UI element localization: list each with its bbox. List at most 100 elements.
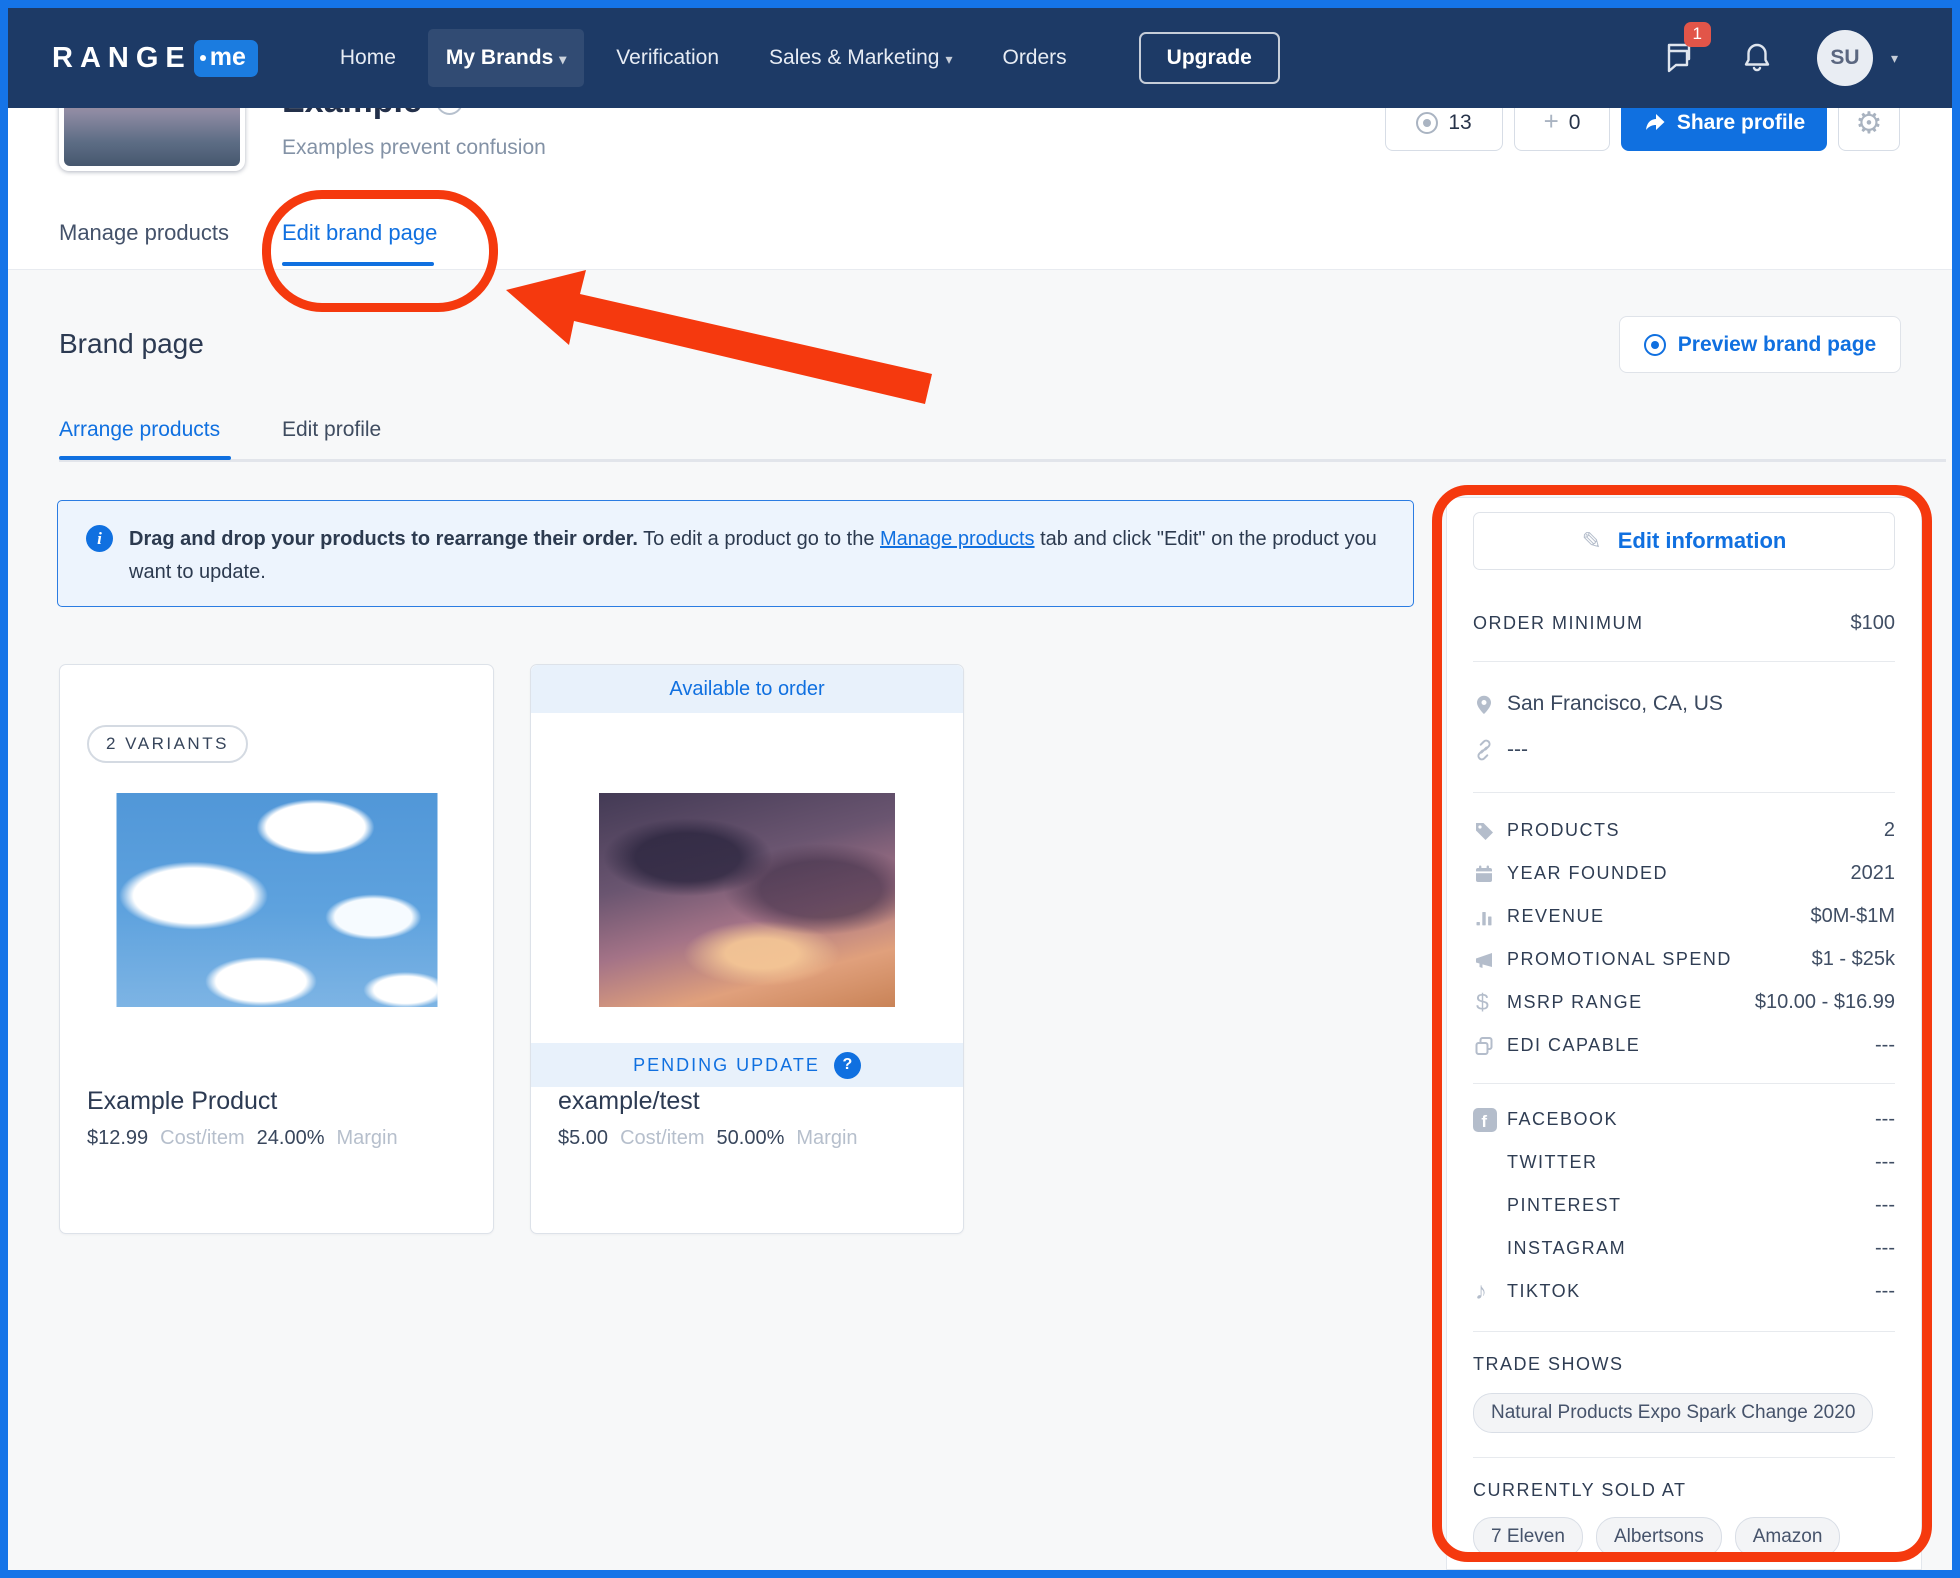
attribute-value: $0M-$1M [1810, 905, 1895, 927]
gear-icon: ⚙ [1855, 106, 1883, 140]
attribute-value: $10.00 - $16.99 [1754, 991, 1895, 1013]
currently-sold-at-heading: CURRENTLY SOLD AT [1473, 1480, 1687, 1500]
attribute-label: PRODUCTS [1507, 820, 1621, 840]
logo-range-text: RANGE [52, 41, 192, 74]
social-value: --- [1875, 1151, 1895, 1173]
link-icon [1473, 739, 1507, 761]
subtab-edit-profile[interactable]: Edit profile [282, 418, 381, 442]
tiktok-icon: ♪ [1475, 1277, 1489, 1305]
edit-information-button[interactable]: ✎ Edit information [1473, 512, 1895, 570]
attribute-row: EDI CAPABLE --- [1473, 1024, 1895, 1067]
attribute-row: PROMOTIONAL SPEND $1 - $25k [1473, 938, 1895, 981]
notifications-button[interactable] [1737, 38, 1777, 78]
product-margin: 24.00% [256, 1127, 325, 1149]
order-minimum-label: ORDER MINIMUM [1473, 613, 1644, 633]
attribute-value: 2 [1883, 819, 1895, 841]
share-icon [1645, 114, 1665, 130]
nav-home[interactable]: Home [322, 29, 414, 87]
brand-info-sidebar: ✎ Edit information ORDER MINIMUM $100 Sa… [1446, 497, 1922, 1570]
product-card-example-product[interactable]: 2 VARIANTS Example Product $12.99 Cost/i… [59, 664, 494, 1234]
nav-verification[interactable]: Verification [598, 29, 737, 87]
tab-edit-brand-page[interactable]: Edit brand page [282, 220, 437, 246]
info-icon: i [86, 525, 113, 552]
attribute-row: $ MSRP RANGE $10.00 - $16.99 [1473, 981, 1895, 1024]
pencil-icon: ✎ [1581, 527, 1602, 555]
product-card-example-test[interactable]: Available to order PENDING UPDATE ? exam… [530, 664, 964, 1234]
messages-button[interactable]: 1 [1657, 22, 1711, 78]
social-label: FACEBOOK [1507, 1109, 1619, 1129]
account-menu[interactable]: SU ▾ [1816, 30, 1898, 86]
avatar: SU [1816, 30, 1873, 86]
nav-items: Home My Brands ▾ Verification Sales & Mar… [322, 29, 1085, 87]
bell-icon [1744, 43, 1770, 72]
attribute-value: --- [1875, 1034, 1895, 1056]
nav-sales-marketing[interactable]: Sales & Marketing ▾ [751, 29, 970, 87]
product-image [599, 793, 895, 1007]
social-label: TIKTOK [1507, 1281, 1581, 1301]
subtab-arrange-products[interactable]: Arrange products [59, 418, 220, 442]
divider [1473, 792, 1895, 793]
social-label: TWITTER [1507, 1152, 1598, 1172]
product-name: example/test [558, 1087, 700, 1115]
chevron-down-icon: ▾ [945, 51, 953, 67]
social-value: --- [1875, 1194, 1895, 1216]
logo-me-tag: me [193, 39, 258, 77]
attribute-label: REVENUE [1507, 906, 1605, 926]
divider [1473, 661, 1895, 662]
pending-update-banner: PENDING UPDATE ? [531, 1043, 963, 1087]
preview-brand-page-button[interactable]: Preview brand page [1619, 316, 1901, 373]
upgrade-button[interactable]: Upgrade [1138, 32, 1280, 84]
cost-label: Cost/item [620, 1127, 705, 1149]
social-label: INSTAGRAM [1507, 1238, 1627, 1258]
views-count: 13 [1448, 111, 1472, 134]
location-row: San Francisco, CA, US [1473, 686, 1895, 722]
retailer-pill: Amazon [1734, 1517, 1841, 1557]
calendar-icon [1473, 863, 1507, 885]
rangeme-logo[interactable]: RANGE me [52, 39, 258, 77]
manage-products-link[interactable]: Manage products [880, 528, 1035, 550]
plus-icon: + [1543, 106, 1559, 136]
social-row-instagram: INSTAGRAM --- [1473, 1227, 1895, 1270]
social-row-pinterest: PINTEREST --- [1473, 1184, 1895, 1227]
website-value: --- [1507, 738, 1528, 761]
product-cost: $12.99 [87, 1127, 149, 1149]
website-row: --- [1473, 732, 1895, 768]
available-to-order-banner: Available to order [531, 665, 963, 713]
cost-label: Cost/item [160, 1127, 245, 1149]
banner-bold-text: Drag and drop your products to rearrange… [129, 528, 638, 550]
attribute-label: MSRP RANGE [1507, 992, 1643, 1012]
help-icon[interactable]: ? [833, 1051, 861, 1079]
attribute-value: $1 - $25k [1811, 948, 1895, 970]
tabs-divider [8, 269, 1952, 270]
pending-update-label: PENDING UPDATE [633, 1054, 820, 1075]
nav-orders[interactable]: Orders [984, 29, 1084, 87]
nav-my-brands[interactable]: My Brands ▾ [427, 29, 585, 87]
social-value: --- [1875, 1108, 1895, 1130]
messages-badge: 1 [1683, 22, 1711, 47]
variants-badge: 2 VARIANTS [87, 725, 248, 763]
attribute-value: 2021 [1850, 862, 1896, 884]
product-pricing: $5.00 Cost/item 50.00% Margin [558, 1127, 858, 1150]
banner-text: Drag and drop your products to rearrange… [129, 528, 1377, 583]
attribute-row: PRODUCTS 2 [1473, 809, 1895, 852]
top-navbar: RANGE me Home My Brands ▾ Verification Sa… [8, 8, 1952, 108]
brand-page-content: Brand page Preview brand page Arrange pr… [8, 270, 1952, 1570]
brand-tagline: Examples prevent confusion [282, 136, 546, 159]
attribute-row: YEAR FOUNDED 2021 [1473, 852, 1895, 895]
tab-manage-products[interactable]: Manage products [59, 220, 229, 246]
retailer-pill: 7 Eleven [1473, 1517, 1583, 1557]
page-title: Brand page [59, 328, 204, 359]
location-pin-icon [1473, 692, 1507, 716]
trade-shows-list: Natural Products Expo Spark Change 2020 [1473, 1393, 1895, 1433]
product-pricing: $12.99 Cost/item 24.00% Margin [87, 1127, 398, 1150]
order-minimum-row: ORDER MINIMUM $100 [1473, 612, 1895, 635]
share-profile-label: Share profile [1676, 111, 1806, 134]
social-label: PINTEREST [1507, 1195, 1622, 1215]
active-tab-underline [282, 262, 434, 266]
active-subtab-underline [59, 456, 231, 460]
retailer-pill: Albertsons [1595, 1517, 1722, 1557]
margin-label: Margin [796, 1127, 858, 1149]
preview-brand-page-label: Preview brand page [1677, 332, 1877, 356]
drag-drop-info-banner: i Drag and drop your products to rearran… [57, 500, 1414, 607]
location-text: San Francisco, CA, US [1507, 692, 1723, 715]
